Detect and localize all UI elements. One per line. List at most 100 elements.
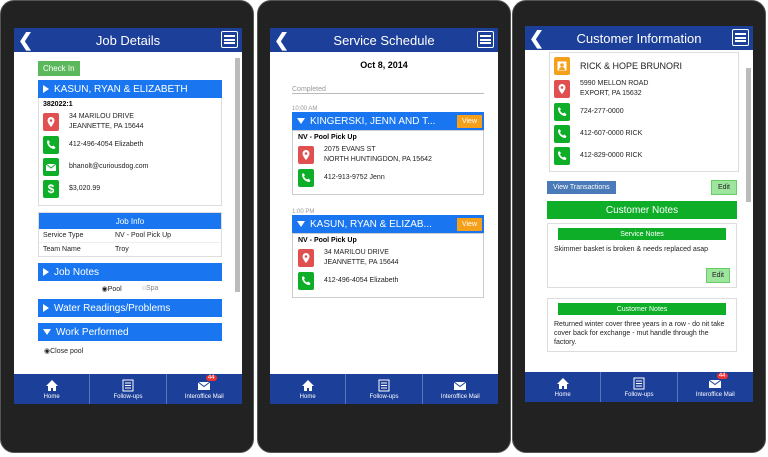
phone-row[interactable]: 412-496-4054 Elizabeth bbox=[43, 136, 217, 154]
tab-bar: Home Follow-ups 44 Interoffice Mail bbox=[14, 374, 242, 404]
work-performed-header[interactable]: Work Performed bbox=[38, 323, 222, 341]
home-icon bbox=[556, 377, 569, 389]
tab-home[interactable]: Home bbox=[525, 372, 602, 402]
customer-notes-header: Customer Notes bbox=[547, 201, 737, 219]
phone-text: 412-496-4054 Elizabeth bbox=[69, 141, 144, 148]
water-readings-label: Water Readings/Problems bbox=[54, 302, 171, 314]
back-icon[interactable]: ❮ bbox=[18, 30, 33, 50]
phone-row-1[interactable]: 724-277-0000 bbox=[554, 103, 734, 121]
tab-bar: Home Follow-ups Interoffice Mail bbox=[270, 374, 498, 404]
list-icon bbox=[378, 379, 390, 391]
address-row[interactable]: 2075 EVANS ST NORTH HUNTINGDON, PA 15642 bbox=[298, 145, 478, 165]
phone-row-2[interactable]: 412-607-0000 RICK bbox=[554, 125, 734, 143]
page-title: Job Details bbox=[95, 32, 161, 48]
tab-mail[interactable]: 44 Interoffice Mail bbox=[678, 372, 753, 402]
appointment-name: KASUN, RYAN & ELIZAB... bbox=[310, 218, 432, 230]
job-notes-label: Job Notes bbox=[54, 266, 100, 278]
address-row[interactable]: 34 MARILOU DRIVE JEANNETTE, PA 15644 bbox=[43, 112, 217, 132]
phone-icon bbox=[298, 169, 314, 187]
edit-button[interactable]: Edit bbox=[710, 180, 737, 195]
check-in-button[interactable]: Check In bbox=[38, 61, 80, 76]
dollar-icon: $ bbox=[43, 180, 59, 198]
job-notes-header[interactable]: Job Notes bbox=[38, 263, 222, 281]
appointment-service: NV - Pool Pick Up bbox=[298, 237, 357, 244]
back-icon[interactable]: ❮ bbox=[274, 30, 289, 50]
pool-radio[interactable]: ◉Pool bbox=[102, 285, 122, 293]
edit-service-notes-button[interactable]: Edit bbox=[705, 268, 730, 283]
phone-text: 412-829-0000 RICK bbox=[580, 152, 643, 159]
appointment-header[interactable]: KASUN, RYAN & ELIZAB... View bbox=[292, 215, 484, 233]
account-number: 382022:1 bbox=[43, 101, 73, 108]
tab-followups[interactable]: Follow-ups bbox=[346, 374, 423, 404]
phone-text: 412-496-4054 Elizabeth bbox=[324, 277, 399, 284]
screen-customer-information: ❮ Customer Information RICK & HOPE BRUNO… bbox=[525, 26, 753, 402]
work-item[interactable]: ◉Close pool bbox=[38, 341, 222, 361]
water-readings-header[interactable]: Water Readings/Problems bbox=[38, 299, 222, 317]
home-icon bbox=[45, 379, 58, 391]
service-notes-header: Service Notes bbox=[558, 228, 726, 240]
balance-row[interactable]: $ $3,020.99 bbox=[43, 180, 217, 198]
list-icon bbox=[122, 379, 134, 391]
phone-row[interactable]: 412-913-9752 Jenn bbox=[298, 169, 478, 187]
address-line1: 2075 EVANS ST bbox=[324, 146, 376, 153]
service-note-text: Skimmer basket is broken & needs replace… bbox=[554, 246, 709, 253]
appointment-1: 10:00 AM KINGERSKI, JENN AND T... View N… bbox=[292, 106, 484, 195]
home-icon bbox=[301, 379, 314, 391]
address-row[interactable]: 5990 MELLON ROAD EXPORT, PA 15632 bbox=[554, 79, 734, 99]
spa-radio[interactable]: ○Spa bbox=[142, 285, 159, 293]
stage: ❮ Job Details Check In KASUN, RYAN & ELI… bbox=[0, 0, 768, 457]
email-text: bhanolt@curiousdog.com bbox=[69, 163, 149, 170]
view-button[interactable]: View bbox=[456, 114, 482, 128]
address-line1: 5990 MELLON ROAD bbox=[580, 80, 649, 87]
address-line2: NORTH HUNTINGDON, PA 15642 bbox=[324, 156, 432, 163]
appointment-2: 1:00 PM KASUN, RYAN & ELIZAB... View NV … bbox=[292, 209, 484, 298]
view-button[interactable]: View bbox=[456, 217, 482, 231]
menu-icon[interactable] bbox=[221, 31, 238, 48]
mail-badge: 44 bbox=[716, 373, 728, 379]
phone-row-3[interactable]: 412-829-0000 RICK bbox=[554, 147, 734, 165]
menu-icon[interactable] bbox=[477, 31, 494, 48]
schedule-date: Oct 8, 2014 bbox=[360, 60, 408, 70]
tab-mail[interactable]: 44 Interoffice Mail bbox=[167, 374, 242, 404]
phone-row[interactable]: 412-496-4054 Elizabeth bbox=[298, 272, 478, 290]
tab-home[interactable]: Home bbox=[14, 374, 91, 404]
customer-name: RICK & HOPE BRUNORI bbox=[580, 61, 683, 71]
customer-content: RICK & HOPE BRUNORI 5990 MELLON ROAD EXPO… bbox=[525, 50, 753, 372]
address-line2: JEANNETTE, PA 15644 bbox=[69, 123, 144, 130]
header-service-schedule: ❮ Service Schedule bbox=[270, 28, 498, 52]
screen-service-schedule: ❮ Service Schedule Oct 8, 2014 Completed… bbox=[270, 28, 498, 404]
job-content: Check In KASUN, RYAN & ELIZABETH 382022:… bbox=[14, 52, 242, 374]
address-row[interactable]: 34 MARILOU DRIVE JEANNETTE, PA 15644 bbox=[298, 248, 478, 268]
scrollbar[interactable] bbox=[235, 58, 240, 292]
phone-text: 724-277-0000 bbox=[580, 108, 624, 115]
tab-followups[interactable]: Follow-ups bbox=[601, 372, 678, 402]
phone-job-details: ❮ Job Details Check In KASUN, RYAN & ELI… bbox=[0, 0, 254, 453]
address-line2: JEANNETTE, PA 15644 bbox=[324, 259, 399, 266]
appointment-service: NV - Pool Pick Up bbox=[298, 134, 357, 141]
expand-icon bbox=[43, 268, 49, 276]
email-icon bbox=[43, 158, 59, 176]
email-row[interactable]: bhanolt@curiousdog.com bbox=[43, 158, 217, 176]
tab-home[interactable]: Home bbox=[270, 374, 347, 404]
mail-badge: 44 bbox=[205, 375, 217, 381]
location-icon bbox=[298, 249, 314, 267]
mail-icon bbox=[454, 381, 467, 390]
screen-job-details: ❮ Job Details Check In KASUN, RYAN & ELI… bbox=[14, 28, 242, 404]
appointment-header[interactable]: KINGERSKI, JENN AND T... View bbox=[292, 112, 484, 130]
customer-name-row: RICK & HOPE BRUNORI bbox=[554, 57, 734, 75]
completed-label: Completed bbox=[292, 76, 484, 94]
tab-followups[interactable]: Follow-ups bbox=[90, 374, 167, 404]
tab-mail[interactable]: Interoffice Mail bbox=[423, 374, 498, 404]
phone-icon bbox=[554, 125, 570, 143]
scrollbar[interactable] bbox=[746, 68, 751, 202]
address-line1: 34 MARILOU DRIVE bbox=[69, 113, 134, 120]
expand-icon bbox=[43, 85, 49, 93]
phone-text: 412-607-0000 RICK bbox=[580, 130, 643, 137]
balance-text: $3,020.99 bbox=[69, 185, 101, 192]
list-icon bbox=[633, 377, 645, 389]
customer-header[interactable]: KASUN, RYAN & ELIZABETH bbox=[38, 80, 222, 98]
service-type-label: Service Type bbox=[43, 232, 84, 239]
menu-icon[interactable] bbox=[732, 29, 749, 46]
back-icon[interactable]: ❮ bbox=[529, 28, 544, 48]
view-transactions-button[interactable]: View Transactions bbox=[547, 181, 616, 194]
